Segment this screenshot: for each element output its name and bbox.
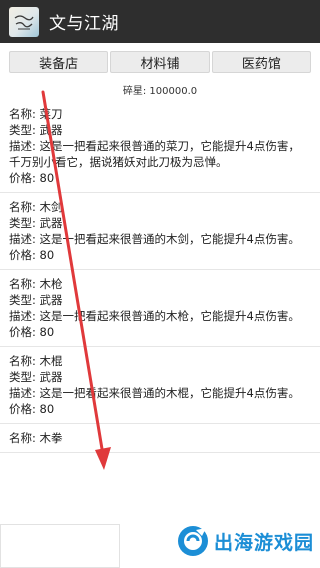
item-name: 名称: 木棍 [9,354,63,368]
watermark-text: 出海游戏园 [213,531,314,554]
item-type: 类型: 武器 [9,370,63,384]
item-name: 名称: 木枪 [9,277,63,291]
shop-tabs: 装备店 材料铺 医药馆 [9,51,311,73]
list-item[interactable]: 名称: 木棍 类型: 武器 描述: 这是一把看起来很普通的木棍，它能提升4点伤害… [0,347,320,424]
item-list[interactable]: 名称: 菜刀 类型: 武器 描述: 这是一把看起来很普通的菜刀，它能提升4点伤害… [0,100,320,568]
tab-equipment-shop[interactable]: 装备店 [9,51,109,73]
bottom-panel [0,524,120,568]
item-description: 描述: 这是一把看起来很普通的菜刀，它能提升4点伤害，千万别小看它，据说猪妖对此… [9,139,300,169]
app-title: 文与江湖 [49,14,119,34]
item-name: 名称: 木拳 [9,431,63,445]
calligraphy-app-icon [9,6,39,37]
item-type: 类型: 武器 [9,123,63,137]
item-name: 名称: 木剑 [9,200,63,214]
item-price: 价格: 80 [9,171,55,185]
item-description: 描述: 这是一把看起来很普通的木枪，它能提升4点伤害。 [9,309,300,323]
item-type: 类型: 武器 [9,293,63,307]
list-item[interactable]: 名称: 木剑 类型: 武器 描述: 这是一把看起来很普通的木剑，它能提升4点伤害… [0,193,320,270]
list-item[interactable]: 名称: 木拳 [0,424,320,453]
item-description: 描述: 这是一把看起来很普通的木剑，它能提升4点伤害。 [9,232,300,246]
watermark: 出海游戏园 [176,524,314,558]
item-name: 名称: 菜刀 [9,107,63,121]
watermark-logo-icon [177,526,208,556]
item-price: 价格: 80 [9,402,55,416]
item-description: 描述: 这是一把看起来很普通的木棍，它能提升4点伤害。 [9,386,300,400]
tab-material-shop[interactable]: 材料铺 [110,51,210,73]
item-price: 价格: 80 [9,248,55,262]
app-bar: 文与江湖 [0,0,320,43]
tab-medicine-hall[interactable]: 医药馆 [211,51,311,73]
list-item[interactable]: 名称: 菜刀 类型: 武器 描述: 这是一把看起来很普通的菜刀，它能提升4点伤害… [0,100,320,193]
item-type: 类型: 武器 [9,216,63,230]
currency-balance: 碎星: 100000.0 [122,86,198,97]
list-item[interactable]: 名称: 木枪 类型: 武器 描述: 这是一把看起来很普通的木枪，它能提升4点伤害… [0,270,320,347]
item-price: 价格: 80 [9,325,55,339]
